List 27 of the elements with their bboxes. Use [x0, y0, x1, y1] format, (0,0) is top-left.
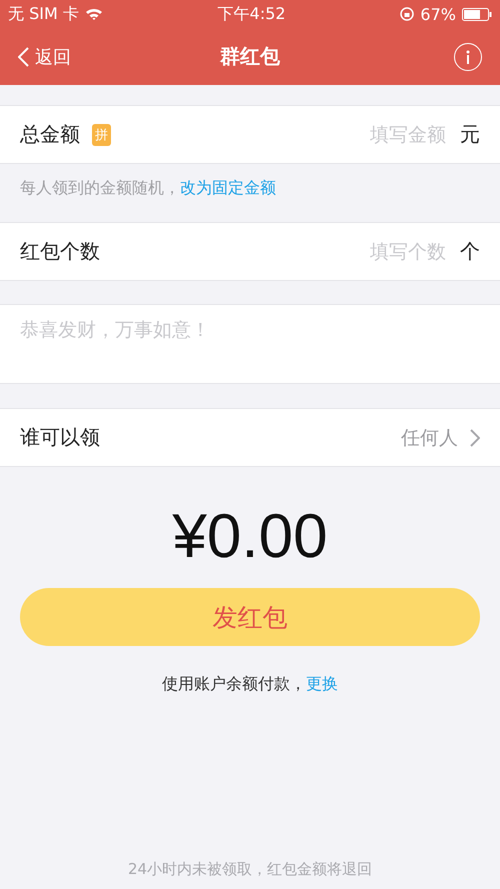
- carrier-text: 无 SIM 卡: [8, 4, 79, 24]
- unit-label: 个: [460, 238, 480, 265]
- info-icon: [466, 50, 470, 64]
- chevron-left-icon: [18, 46, 29, 66]
- battery-percent: 67%: [420, 4, 456, 24]
- change-link[interactable]: 更换: [306, 674, 338, 695]
- rotation-lock-icon: [400, 7, 414, 21]
- payment-text: 使用账户余额付款，: [162, 674, 306, 695]
- footer-note: 24小时内未被领取，红包金额将退回: [128, 860, 372, 879]
- battery-icon: [462, 8, 492, 20]
- info-button[interactable]: [454, 42, 482, 70]
- receiver-value: 任何人: [400, 426, 458, 450]
- page-title: 群红包: [220, 43, 280, 70]
- receiver-row[interactable]: 谁可以领 任何人: [0, 408, 500, 467]
- field-label: 谁可以领: [20, 424, 100, 451]
- field-label: 红包个数: [20, 238, 100, 265]
- time-text: 下午4:52: [218, 4, 286, 24]
- field-label: 总金额: [20, 121, 80, 148]
- fixed-amount-link[interactable]: 改为固定金额: [180, 178, 276, 199]
- unit-label: 元: [460, 121, 480, 148]
- hint-text: 每人领到的金额随机，: [20, 178, 180, 199]
- back-button[interactable]: 返回: [18, 44, 71, 68]
- total-amount: ¥0.00: [172, 501, 328, 572]
- random-badge: 拼: [92, 124, 111, 146]
- wifi-icon: [84, 7, 103, 21]
- chevron-right-icon: [470, 428, 480, 446]
- send-button[interactable]: 发红包: [20, 588, 480, 646]
